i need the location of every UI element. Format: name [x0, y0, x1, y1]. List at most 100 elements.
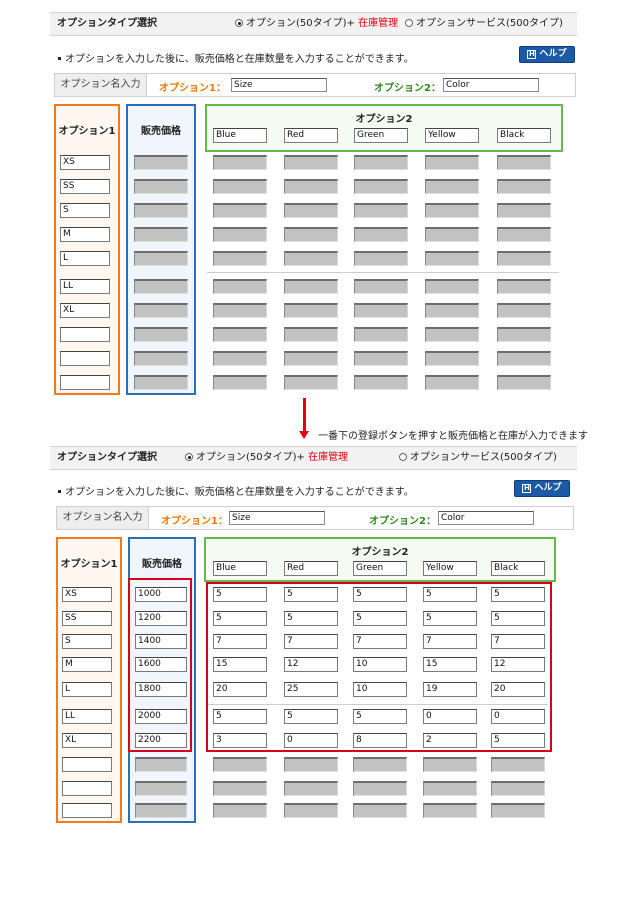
stock-input-disabled — [213, 203, 267, 218]
option1-value-input[interactable] — [62, 757, 112, 772]
radio-option50[interactable]: オプション(50タイプ)+ 在庫管理 — [185, 447, 348, 469]
stock-input-disabled — [284, 781, 338, 796]
stock-input-disabled — [354, 227, 408, 242]
option2-header-box: オプション2 Blue Red Green Yellow Black — [205, 104, 563, 152]
option-type-bar: オプションタイプ選択 オプション(50タイプ)+ 在庫管理 オプションサービス(… — [50, 446, 577, 470]
option2-column-header: オプション2 — [351, 547, 409, 558]
option-name-head: オプション名入力 — [55, 74, 147, 96]
option1-value-input[interactable]: S — [62, 634, 112, 649]
option2-column-header: オプション2 — [355, 114, 413, 125]
down-arrow-shaft — [303, 398, 306, 432]
stock-input-disabled — [353, 803, 407, 818]
stock-input-disabled — [425, 327, 479, 342]
help-button-label: ヘルプ — [534, 483, 562, 493]
option1-column-header: オプション1 — [58, 126, 116, 137]
stock-input-disabled — [284, 375, 338, 390]
option1-value-input[interactable]: XS — [62, 587, 112, 602]
price-column-header: 販売価格 — [142, 559, 182, 570]
radio-unselected-icon[interactable] — [405, 19, 413, 27]
notice-label: オプションを入力した後に、販売価格と在庫数量を入力することができます。 — [65, 54, 414, 65]
stock-input-disabled — [213, 781, 267, 796]
stock-input-disabled — [354, 251, 408, 266]
option1-value-input[interactable]: L — [60, 251, 110, 266]
stock-input-disabled — [354, 179, 408, 194]
option1-value-input[interactable]: XL — [62, 733, 112, 748]
option2-value-input[interactable]: Yellow — [423, 561, 477, 576]
radio-service[interactable]: オプションサービス(500タイプ) — [405, 13, 563, 35]
option1-value-input[interactable]: M — [60, 227, 110, 242]
radio-selected-icon[interactable] — [235, 19, 243, 27]
option2-value-input[interactable]: Yellow — [425, 128, 479, 143]
option1-label: オプション1： — [161, 516, 228, 527]
price-input-disabled — [134, 303, 188, 318]
notice-text: オプションを入力した後に、販売価格と在庫数量を入力することができます。 — [58, 483, 414, 498]
stock-input-disabled — [284, 179, 338, 194]
option2-value-input[interactable]: Black — [497, 128, 551, 143]
stock-input-disabled — [491, 781, 545, 796]
stock-input-disabled — [213, 303, 267, 318]
option1-value-input[interactable]: LL — [60, 279, 110, 294]
radio-stock-label: 在庫管理 — [358, 18, 399, 29]
radio-service-label: オプションサービス(500タイプ) — [416, 18, 563, 29]
price-input-disabled — [134, 203, 188, 218]
option1-value-input[interactable]: M — [62, 657, 112, 672]
stock-input-disabled — [425, 279, 479, 294]
option2-value-input[interactable]: Blue — [213, 128, 267, 143]
stock-input-disabled — [213, 327, 267, 342]
option1-value-input[interactable]: XS — [60, 155, 110, 170]
radio-selected-icon[interactable] — [185, 453, 193, 461]
help-icon: H — [527, 50, 537, 59]
price-input-disabled — [134, 279, 188, 294]
option1-name-input[interactable]: Size — [229, 511, 325, 525]
stock-input-disabled — [284, 279, 338, 294]
option1-value-input[interactable] — [62, 781, 112, 796]
option-name-row: オプション名入力 オプション1： Size オプション2： Color — [56, 506, 574, 530]
stock-input-disabled — [354, 375, 408, 390]
grid-separator — [207, 272, 559, 273]
stock-input-disabled — [353, 757, 407, 772]
stock-input-disabled — [423, 781, 477, 796]
bullet-icon — [58, 490, 61, 493]
stock-input-disabled — [425, 179, 479, 194]
option1-value-input[interactable]: SS — [62, 611, 112, 626]
option1-value-input[interactable] — [60, 351, 110, 366]
option1-value-input[interactable]: XL — [60, 303, 110, 318]
option2-name-input[interactable]: Color — [443, 78, 539, 92]
stock-input-disabled — [354, 327, 408, 342]
price-input-disabled — [135, 781, 187, 796]
option-name-head: オプション名入力 — [57, 507, 149, 529]
option2-value-input[interactable]: Blue — [213, 561, 267, 576]
option2-name-input[interactable]: Color — [438, 511, 534, 525]
option1-value-input[interactable] — [60, 327, 110, 342]
option1-name-input[interactable]: Size — [231, 78, 327, 92]
option2-value-input[interactable]: Red — [284, 561, 338, 576]
option1-value-input[interactable]: S — [60, 203, 110, 218]
stock-input-disabled — [425, 155, 479, 170]
option2-value-input[interactable]: Green — [354, 128, 408, 143]
option2-value-input[interactable]: Green — [353, 561, 407, 576]
help-button[interactable]: H ヘルプ — [519, 46, 575, 63]
option2-value-input[interactable]: Black — [491, 561, 545, 576]
stock-input-disabled — [213, 179, 267, 194]
stock-input-disabled — [497, 303, 551, 318]
stock-input-disabled — [497, 179, 551, 194]
annotation-text: 一番下の登録ボタンを押すと販売価格と在庫が入力できます — [318, 431, 588, 442]
option1-value-input[interactable] — [62, 803, 112, 818]
option1-value-input[interactable]: L — [62, 682, 112, 697]
stock-input-disabled — [497, 155, 551, 170]
price-input-disabled — [134, 351, 188, 366]
radio-service[interactable]: オプションサービス(500タイプ) — [399, 447, 557, 469]
option2-value-input[interactable]: Red — [284, 128, 338, 143]
option1-value-input[interactable]: LL — [62, 709, 112, 724]
help-button[interactable]: H ヘルプ — [514, 480, 570, 497]
price-input-disabled — [134, 251, 188, 266]
help-icon: H — [522, 484, 532, 493]
price-input-disabled — [134, 327, 188, 342]
stock-input-disabled — [491, 803, 545, 818]
option1-value-input[interactable] — [60, 375, 110, 390]
radio-unselected-icon[interactable] — [399, 453, 407, 461]
radio-option50[interactable]: オプション(50タイプ)+ 在庫管理 — [235, 13, 398, 35]
stock-input-disabled — [425, 375, 479, 390]
option1-value-input[interactable]: SS — [60, 179, 110, 194]
down-arrow-icon — [299, 431, 309, 439]
